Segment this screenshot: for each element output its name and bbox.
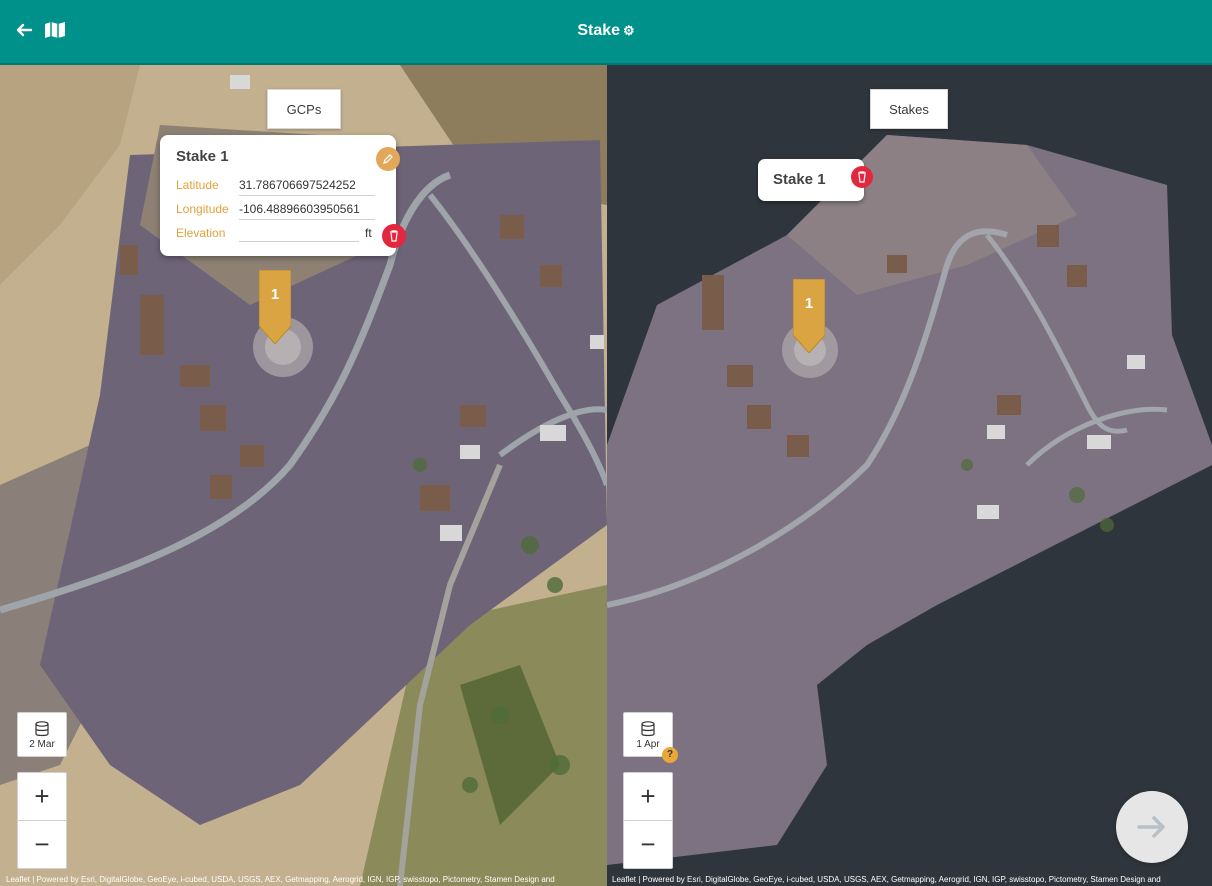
delete-button[interactable] xyxy=(382,224,406,248)
stake-popup: Stake 1 Latitude 31.786706697524252 Long… xyxy=(160,135,406,256)
zoom-control: + − xyxy=(17,772,67,869)
title-text: Stake xyxy=(577,22,621,39)
marker-pin-icon xyxy=(258,269,292,345)
page-title: Stake ⚙ xyxy=(0,22,1212,40)
layer-tab-gcps[interactable]: GCPs xyxy=(267,89,341,129)
help-icon[interactable]: ? xyxy=(662,747,678,763)
elevation-field[interactable] xyxy=(239,226,359,242)
longitude-row: Longitude -106.48896603950561 xyxy=(176,202,375,220)
layer-tab-stakes[interactable]: Stakes xyxy=(870,89,948,129)
longitude-label: Longitude xyxy=(176,202,229,216)
edit-button[interactable] xyxy=(376,147,400,171)
stake-label-text: Stake 1 xyxy=(773,171,826,188)
next-button[interactable] xyxy=(1116,791,1188,863)
arrow-right-icon xyxy=(1137,816,1165,838)
pencil-icon xyxy=(383,154,393,164)
zoom-in-button[interactable]: + xyxy=(18,773,66,821)
marker-number: 1 xyxy=(804,295,814,312)
popup-title: Stake 1 xyxy=(176,148,229,165)
trash-icon xyxy=(858,171,866,183)
layers-database-icon xyxy=(641,721,655,737)
zoom-out-button[interactable]: − xyxy=(18,821,66,869)
left-map-pane[interactable]: GCPs Stake 1 Latitude 31.786706697524252… xyxy=(0,65,607,886)
stake-marker[interactable]: 1 xyxy=(258,269,292,345)
marker-pin-icon xyxy=(792,278,826,354)
gear-icon[interactable]: ⚙ xyxy=(623,23,635,38)
delete-button[interactable] xyxy=(851,166,873,188)
latitude-row: Latitude 31.786706697524252 xyxy=(176,178,375,196)
trash-icon xyxy=(390,230,398,242)
elevation-row: Elevation ft xyxy=(176,226,372,242)
orthomosaic-map xyxy=(607,65,1212,886)
zoom-out-button[interactable]: − xyxy=(624,821,672,869)
top-bar: Stake ⚙ xyxy=(0,0,1212,65)
date-label: 2 Mar xyxy=(29,739,55,750)
stake-marker-right[interactable]: 1 xyxy=(792,278,826,354)
map-attribution-left: Leaflet | Powered by Esri, DigitalGlobe,… xyxy=(6,875,555,884)
zoom-control-right: + − xyxy=(623,772,673,869)
elevation-label: Elevation xyxy=(176,226,226,240)
longitude-field[interactable]: -106.48896603950561 xyxy=(239,202,375,220)
right-map-pane[interactable]: Stakes 1 1 Apr ? + − xyxy=(607,65,1212,886)
date-selector[interactable]: 2 Mar xyxy=(17,712,67,757)
elevation-unit: ft xyxy=(365,226,372,240)
layers-database-icon xyxy=(35,721,49,737)
stake-label-card[interactable]: Stake 1 xyxy=(758,159,873,201)
zoom-in-button[interactable]: + xyxy=(624,773,672,821)
map-attribution-right: Leaflet | Powered by Esri, DigitalGlobe,… xyxy=(612,875,1161,884)
latitude-label: Latitude xyxy=(176,178,219,192)
latitude-field[interactable]: 31.786706697524252 xyxy=(239,178,375,196)
marker-number: 1 xyxy=(270,286,280,303)
